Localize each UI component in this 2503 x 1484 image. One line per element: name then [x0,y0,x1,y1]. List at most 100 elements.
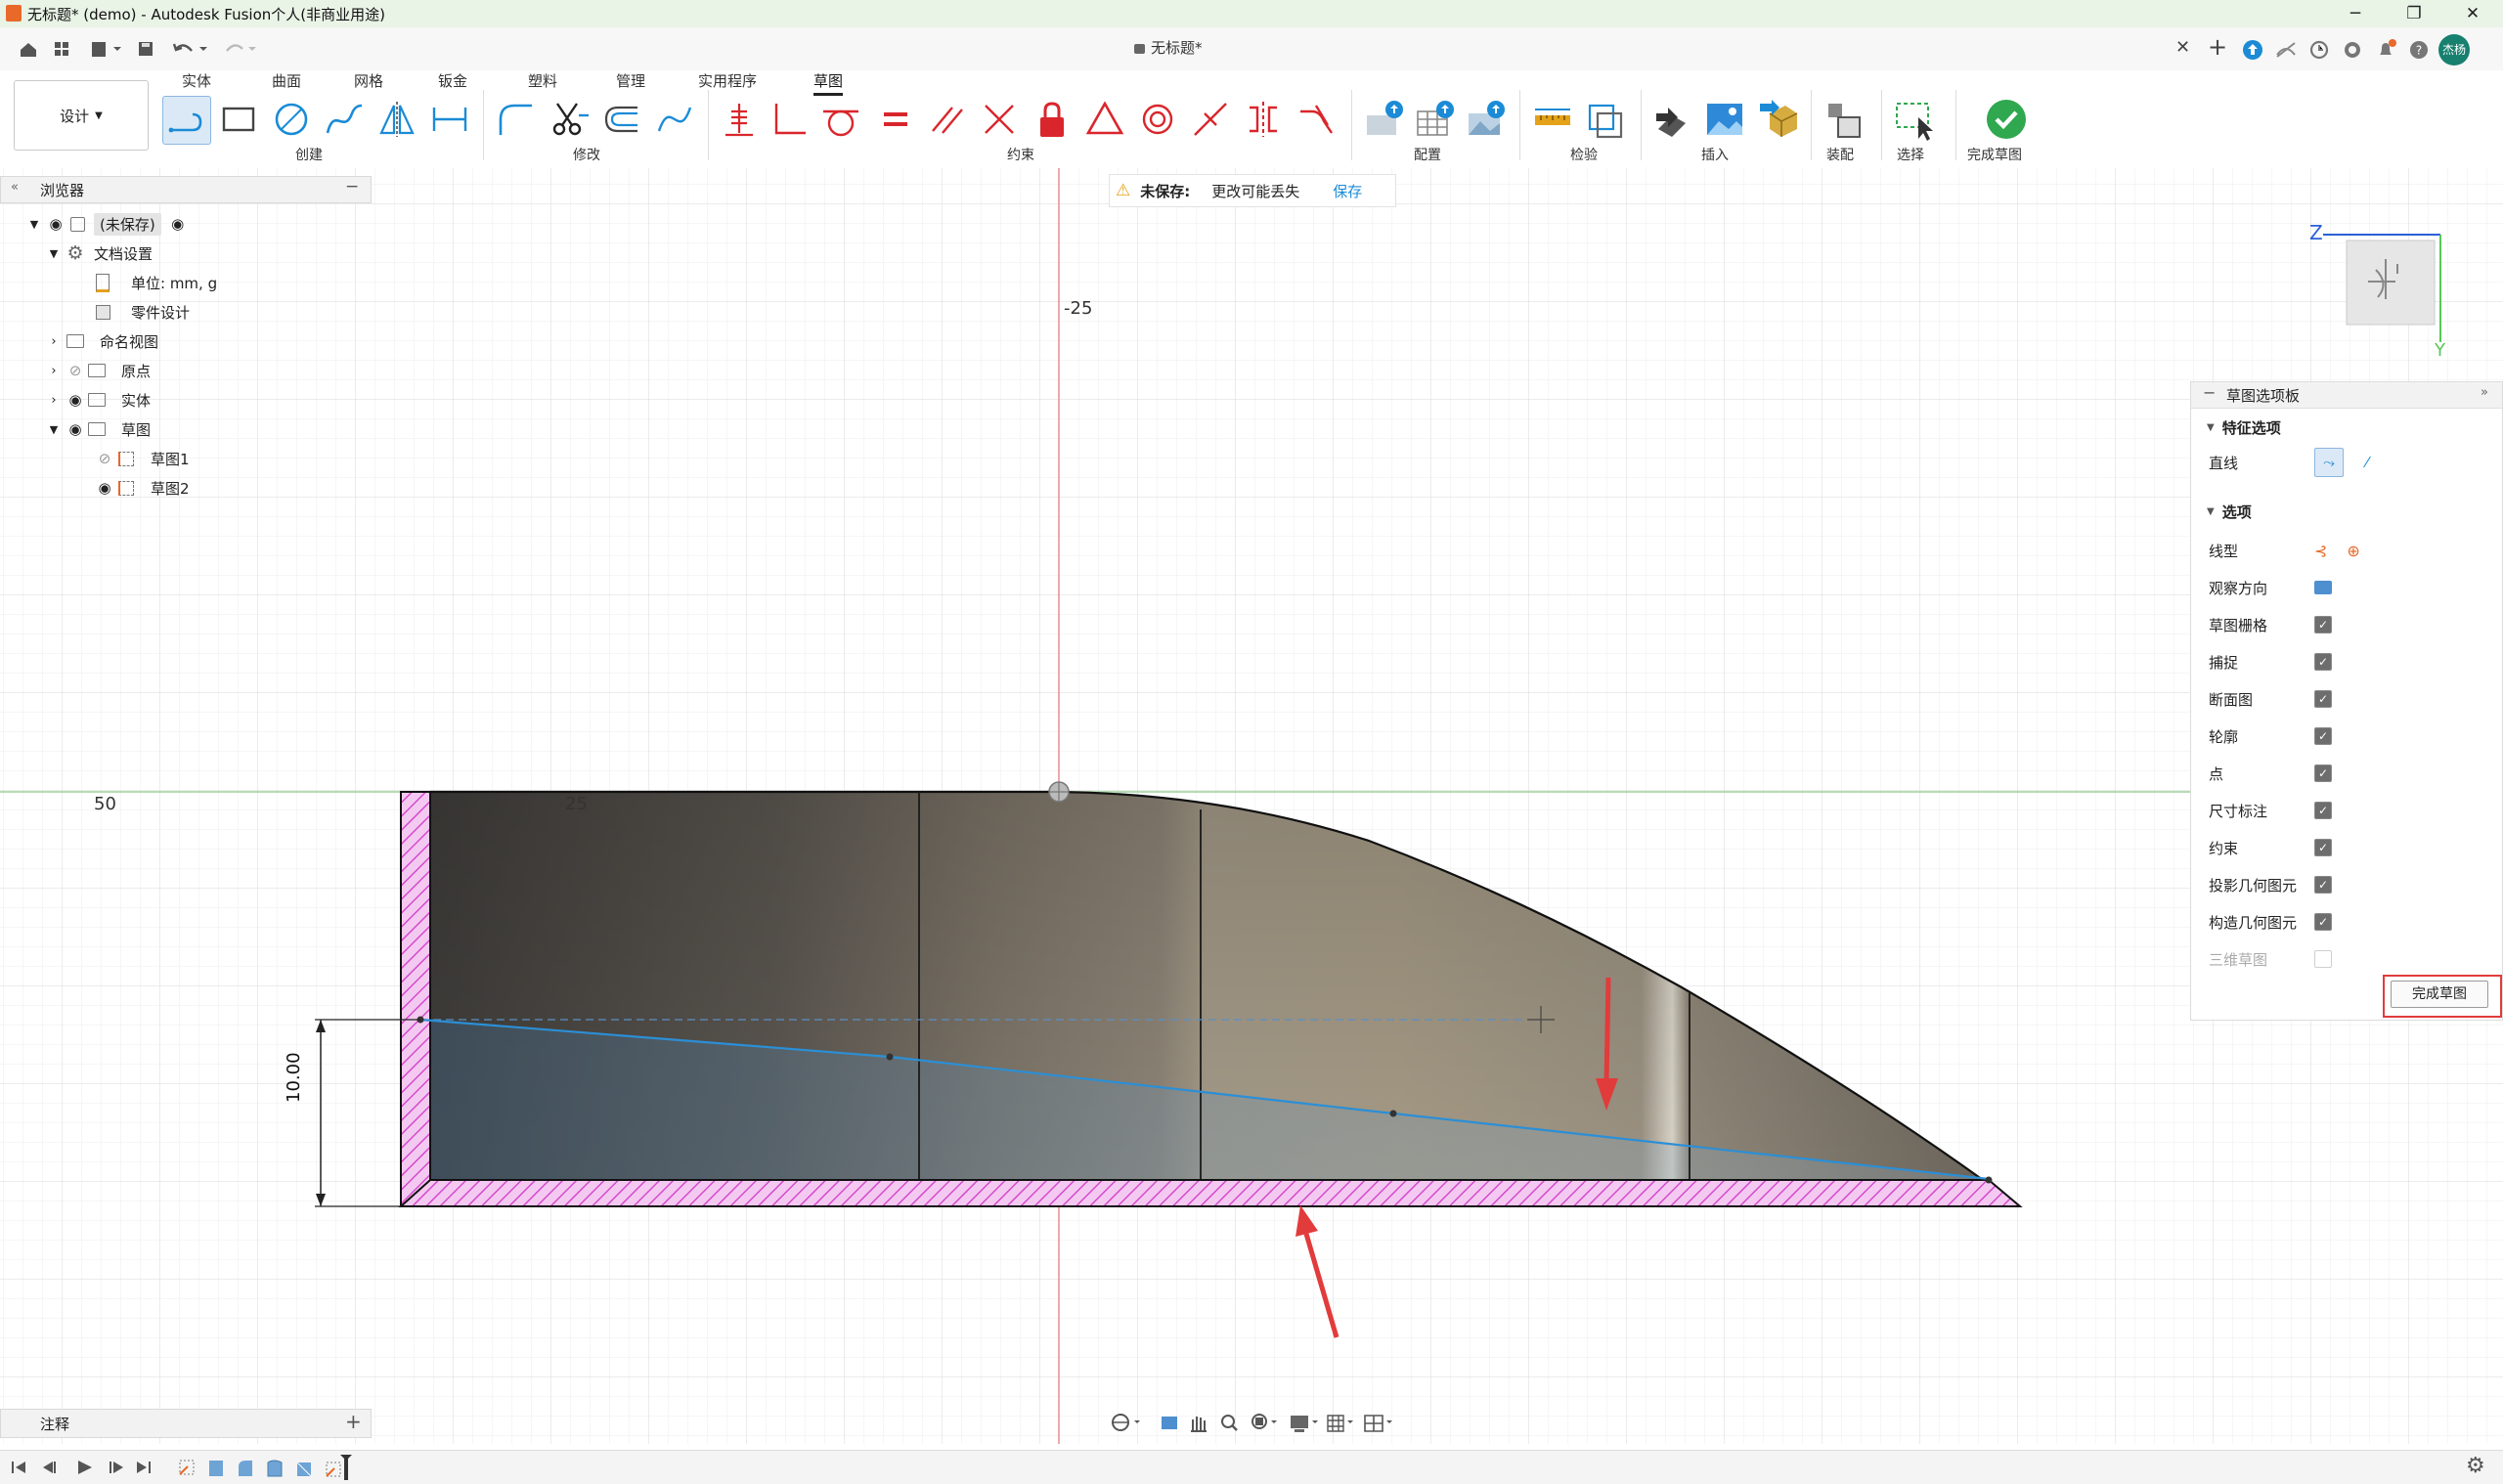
line-chain-icon[interactable]: ⤳ [2314,448,2344,477]
browser-item-part-design[interactable]: 零件设计 [92,297,190,327]
play-icon[interactable] [78,1461,92,1474]
undo-icon[interactable] [166,35,211,63]
slice-checkbox[interactable]: ✓ [2314,690,2332,708]
browser-item-sketch2[interactable]: ◉ 草图2 [94,473,189,502]
browser-item-origin[interactable]: › ⊘ 原点 [43,356,151,385]
browser-item-bodies[interactable]: › ◉ 实体 [43,385,151,415]
3d-sketch-checkbox[interactable] [2314,950,2332,968]
group-configure-label[interactable]: 配置 [1414,145,1441,164]
notifications-icon[interactable] [2374,39,2397,61]
points-checkbox[interactable]: ✓ [2314,764,2332,782]
orbit-icon[interactable] [1112,1414,1140,1431]
user-avatar[interactable]: 杰杨 [2438,34,2470,65]
measure-icon[interactable] [1529,96,1576,143]
browser-item-units[interactable]: 单位: mm, g [92,268,217,297]
home-icon[interactable] [14,35,43,63]
help-icon[interactable]: ? [2407,39,2431,61]
add-note-button[interactable]: + [345,1410,362,1433]
finish-sketch-button[interactable]: 完成草图 [2391,981,2488,1008]
fix-constraint-icon[interactable] [716,96,763,143]
spline-tool-icon[interactable] [321,96,368,143]
eye-icon[interactable]: ◉ [65,389,86,411]
eye-icon[interactable]: ◉ [65,418,86,440]
dimension-value[interactable]: 10.00 [284,1052,304,1103]
equal-constraint-icon[interactable] [872,96,919,143]
finish-sketch-icon[interactable] [1983,96,2030,143]
save-icon[interactable] [131,35,160,63]
eye-hidden-icon[interactable]: ⊘ [94,448,115,469]
configure-table-icon[interactable] [1361,96,1408,143]
look-at-nav-icon[interactable] [1162,1417,1177,1429]
document-tab[interactable]: 无标题* [1134,37,1203,58]
timeline-fillet-icon[interactable] [239,1461,252,1476]
trim-tool-icon[interactable] [546,96,593,143]
rectangle-tool-icon[interactable] [215,96,262,143]
step-forward-icon[interactable] [110,1462,123,1473]
symmetry-constraint-icon[interactable] [1240,96,1287,143]
insert-derive-icon[interactable] [1648,96,1695,143]
viewcube[interactable]: Z Y [2288,215,2464,371]
workspace-switcher[interactable]: 设计 ▼ [14,80,149,151]
curve-tool-icon[interactable] [651,96,698,143]
zoom-icon[interactable] [1221,1415,1238,1431]
grid-apps-icon[interactable] [47,35,76,63]
tab-mesh[interactable]: 网格 [354,70,383,91]
projected-geometry-checkbox[interactable]: ✓ [2314,876,2332,894]
eye-hidden-icon[interactable]: ⊘ [65,360,86,381]
tab-solid[interactable]: 实体 [182,70,211,91]
chevron-down-icon[interactable]: ▼ [43,418,65,440]
timeline-extrude-icon[interactable] [209,1461,223,1476]
sketch-canvas[interactable] [0,168,2503,1444]
timeline-shell-icon[interactable] [267,1460,283,1477]
tab-sheetmetal[interactable]: 钣金 [438,70,467,91]
timeline-combine-icon[interactable] [296,1462,312,1477]
snap-checkbox[interactable]: ✓ [2314,653,2332,671]
collinear-constraint-icon[interactable] [976,96,1023,143]
section-feature-options[interactable]: ▼ 特征选项 [2207,410,2281,445]
close-window-button[interactable]: ✕ [2450,0,2495,27]
mirror-tool-icon[interactable] [373,96,420,143]
upload-icon[interactable] [2241,39,2264,61]
tab-plastic[interactable]: 塑料 [528,70,557,91]
extensions-icon[interactable] [2341,39,2364,61]
section-options[interactable]: ▼ 选项 [2207,494,2252,529]
go-to-end-icon[interactable] [137,1462,151,1473]
tab-sketch[interactable]: 草图 [813,70,844,96]
chevron-right-icon[interactable]: › [43,360,65,381]
browser-item-doc-settings[interactable]: ▼ ⚙ 文档设置 [43,239,153,268]
group-finish-label[interactable]: 完成草图 [1967,145,2022,164]
pan-hand-icon[interactable] [1191,1417,1207,1432]
configure-rule-icon[interactable] [1412,96,1459,143]
tab-surface[interactable]: 曲面 [272,70,301,91]
redo-icon[interactable] [215,35,260,63]
go-to-start-icon[interactable] [12,1462,25,1473]
grid-settings-icon[interactable] [1327,1415,1353,1432]
eye-icon[interactable]: ◉ [94,477,115,499]
group-select-label[interactable]: 选择 [1897,145,1924,164]
timeline-settings-gear-icon[interactable]: ⚙ [2466,1454,2485,1478]
collapse-palette-icon[interactable]: − [2203,383,2216,402]
timeline-sketch-icon[interactable] [179,1460,195,1475]
fillet-tool-icon[interactable] [493,96,540,143]
activate-radio-icon[interactable]: ◉ [167,213,189,235]
offset-tool-icon[interactable] [598,96,645,143]
maximize-button[interactable]: ❐ [2392,0,2437,27]
line-tool-icon[interactable] [162,96,211,145]
collapse-panel-icon[interactable]: « [11,180,19,195]
construction-linetype-icon[interactable]: ⊰ [2314,542,2327,560]
offline-icon[interactable] [2274,39,2298,61]
display-settings-icon[interactable] [1291,1416,1318,1432]
smooth-constraint-icon[interactable] [1293,96,1339,143]
select-icon[interactable] [1891,96,1938,143]
group-constraints-label[interactable]: 约束 [1007,145,1034,164]
chevron-down-icon[interactable]: ▼ [43,242,65,264]
group-inspect-label[interactable]: 检验 [1570,145,1598,164]
parallel-constraint-icon[interactable] [923,96,970,143]
browser-item-sketch1[interactable]: ⊘ 草图1 [94,444,190,473]
new-tab-button[interactable]: + [2208,33,2227,61]
file-menu-icon[interactable] [86,35,125,63]
inspect-section-icon[interactable] [1582,96,1629,143]
fit-icon[interactable] [1252,1414,1277,1429]
dimension-tool-icon[interactable] [426,96,473,143]
tab-utilities[interactable]: 实用程序 [698,70,757,91]
